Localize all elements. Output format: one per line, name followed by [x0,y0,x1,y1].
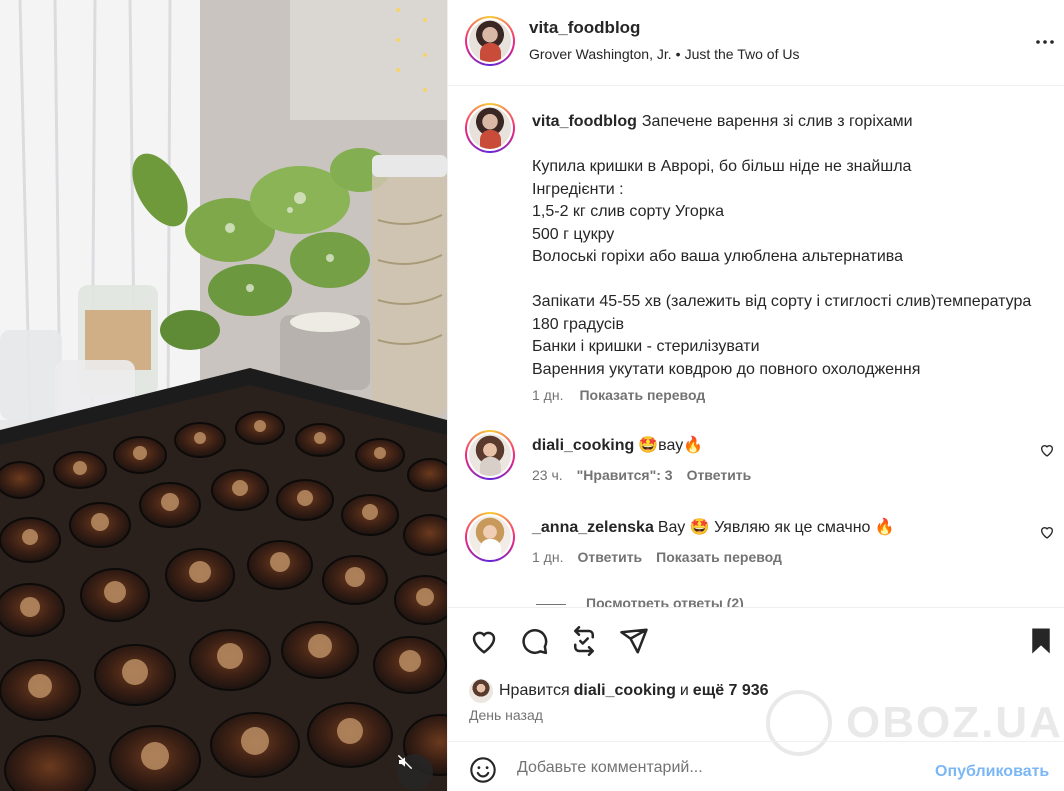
comment-avatar[interactable] [465,430,515,480]
comment-translate-link[interactable]: Показать перевод [656,549,782,565]
comment-reply-link[interactable]: Ответить [687,467,752,483]
share-icon[interactable] [619,626,649,656]
heart-icon[interactable] [469,626,499,656]
caption-time: 1 дн. [532,387,564,403]
comment-reply-link[interactable]: Ответить [577,549,642,565]
caption-meta: 1 дн. Показать перевод [532,387,705,403]
comment-meta: 23 ч. "Нравится": 3 Ответить [532,467,751,483]
add-comment-bar: Опубликовать [448,741,1064,791]
caption-translate-link[interactable]: Показать перевод [579,387,705,403]
likes-prefix: Нравится [499,682,570,699]
likes-summary[interactable]: Нравится diali_cooking и ещё 7 936 [469,679,773,703]
comment-likes-link[interactable]: "Нравится": 3 [577,467,673,483]
caption-username[interactable]: vita_foodblog [532,113,637,130]
comment-avatar[interactable] [465,512,515,562]
comment-text: diali_cooking 🤩вау🔥 [532,435,703,455]
comment-body: 🤩вау🔥 [638,437,704,454]
caption-body: Запечене варення зі слив з горіхами Купи… [532,113,1032,378]
comment-body: Вау 🤩 Уявляю як це смачно 🔥 [657,519,895,536]
audio-info[interactable]: Grover Washington, Jr. • Just the Two of U… [529,46,799,62]
comment-username[interactable]: diali_cooking [532,437,634,454]
post-header: vita_foodblog Grover Washington, Jr. • Jus… [448,0,1064,86]
comment-time: 23 ч. [532,467,563,483]
comment-meta: 1 дн. Ответить Показать перевод [532,549,782,565]
view-replies-link[interactable]: Посмотреть ответы (2) [536,595,744,607]
post-media[interactable] [0,0,447,791]
audio-track: Just the Two of Us [684,46,800,62]
post-actions: Нравится diali_cooking и ещё 7 936 День … [448,607,1064,756]
likes-rest[interactable]: ещё 7 936 [693,682,769,700]
post-panel: vita_foodblog Grover Washington, Jr. • Jus… [447,0,1064,791]
replies-divider [536,603,566,605]
audio-separator: • [675,46,681,62]
comment-icon[interactable] [519,626,549,656]
emoji-icon[interactable] [469,756,497,784]
author-avatar[interactable] [465,16,515,66]
liker-avatar [469,679,493,703]
comment-text: _anna_zelenska Вау 🤩 Уявляю як це смачно … [532,517,895,537]
comments-section[interactable]: vita_foodblog Запечене варення зі слив з … [448,87,1064,607]
likes-mid: и [679,682,689,699]
likes-user[interactable]: diali_cooking [574,682,676,700]
more-horizontal-icon[interactable] [1033,30,1057,54]
audio-artist: Grover Washington, Jr. [529,46,672,62]
view-replies-label: Посмотреть ответы (2) [586,595,744,607]
speaker-muted-icon [397,754,413,770]
comment-input[interactable] [517,754,917,782]
author-username[interactable]: vita_foodblog [529,18,640,38]
caption-text: vita_foodblog Запечене варення зі слив з … [532,111,1032,381]
bookmark-icon[interactable] [1026,626,1056,656]
comment-time: 1 дн. [532,549,564,565]
comment-like-heart-icon[interactable] [1039,442,1055,458]
mute-button[interactable] [397,754,433,790]
plum-jam-photo [0,0,447,791]
caption-avatar[interactable] [465,103,515,153]
comment-like-heart-icon[interactable] [1039,524,1055,540]
comment-username[interactable]: _anna_zelenska [532,519,654,536]
post-date: День назад [469,707,543,723]
repost-icon[interactable] [569,626,599,656]
publish-button[interactable]: Опубликовать [935,763,1049,781]
